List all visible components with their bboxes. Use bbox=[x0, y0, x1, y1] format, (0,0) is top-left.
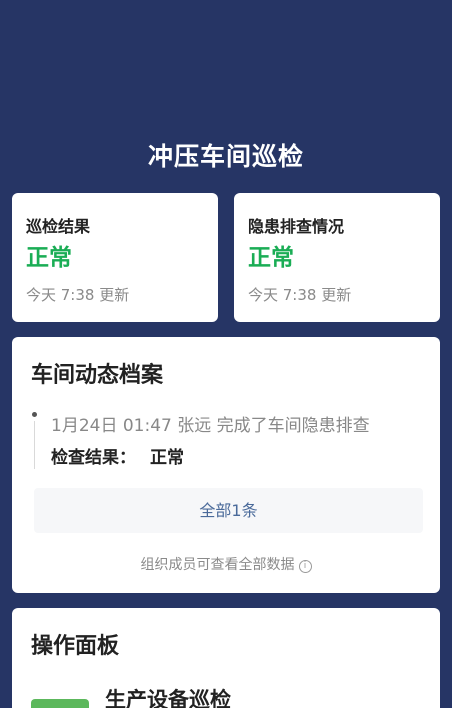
timeline-dot bbox=[32, 412, 37, 417]
info-icon[interactable]: i bbox=[298, 560, 312, 573]
inspection-result-label: 巡检结果 bbox=[26, 217, 91, 236]
hazard-check-value: 正常 bbox=[248, 245, 294, 271]
equipment-inspection-icon[interactable] bbox=[31, 699, 89, 708]
page: 冲压车间巡检 巡检结果 正常 今天 7:38 更新 隐患排查情况 正常 今天 7… bbox=[0, 0, 452, 708]
members-footnote: 组织成员可查看全部数据 i bbox=[12, 554, 440, 574]
timeline-entry-result: 检查结果： 正常 bbox=[51, 443, 184, 468]
archive-title: 车间动态档案 bbox=[31, 363, 164, 388]
timeline-entry-text: 1月24日 01:47 张远 完成了车间隐患排查 bbox=[51, 416, 370, 436]
footnote-text: 组织成员可查看全部数据 bbox=[140, 557, 295, 573]
inspection-result-updated: 今天 7:38 更新 bbox=[26, 286, 130, 304]
workshop-archive-card: 车间动态档案 1月24日 01:47 张远 完成了车间隐患排查 检查结果： 正常 … bbox=[12, 337, 440, 593]
equipment-inspection-label[interactable]: 生产设备巡检 bbox=[105, 684, 231, 708]
result-value: 正常 bbox=[150, 448, 184, 468]
hazard-check-label: 隐患排查情况 bbox=[248, 217, 345, 236]
result-label: 检查结果： bbox=[51, 448, 136, 468]
hazard-check-card[interactable]: 隐患排查情况 正常 今天 7:38 更新 bbox=[234, 193, 440, 322]
inspection-result-value: 正常 bbox=[26, 245, 72, 271]
inspection-result-card[interactable]: 巡检结果 正常 今天 7:38 更新 bbox=[12, 193, 218, 322]
timeline-line bbox=[34, 421, 35, 469]
panel-title: 操作面板 bbox=[31, 634, 120, 659]
page-title: 冲压车间巡检 bbox=[147, 142, 304, 171]
view-all-button[interactable]: 全部1条 bbox=[34, 488, 423, 533]
operation-panel-card: 操作面板 生产设备巡检 bbox=[12, 608, 440, 708]
hazard-check-updated: 今天 7:38 更新 bbox=[248, 286, 352, 304]
